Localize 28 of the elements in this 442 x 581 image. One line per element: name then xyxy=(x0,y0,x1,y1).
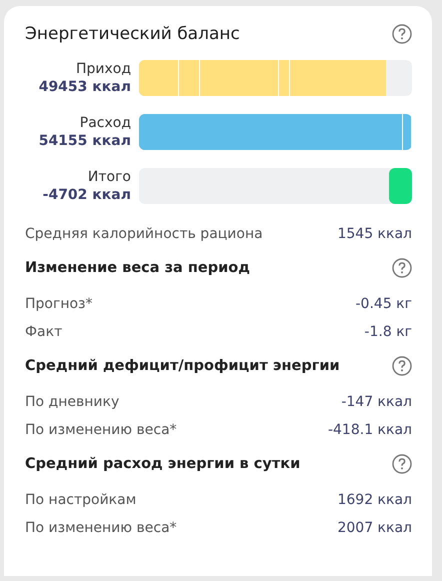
stat-label: По настройкам xyxy=(25,491,136,510)
help-icon[interactable] xyxy=(392,24,412,44)
stat-value: 1692 ккал xyxy=(337,491,412,510)
help-icon[interactable] xyxy=(392,258,412,278)
stat-value: -1.8 кг xyxy=(364,323,412,342)
stat-label: Факт xyxy=(25,323,62,342)
card-title: Энергетический баланс xyxy=(25,24,240,44)
section-title: Изменение веса за период xyxy=(25,260,250,276)
stat-value: -418.1 ккал xyxy=(328,421,412,440)
stat-label: По дневнику xyxy=(25,393,120,412)
stat-value: 1545 ккал xyxy=(337,225,412,244)
stat-label: Средняя калорийность рациона xyxy=(25,225,263,244)
bar-label: Расход xyxy=(80,114,131,132)
stat-label: Прогноз* xyxy=(25,295,92,314)
section-title: Средний расход энергии в сутки xyxy=(25,456,300,472)
stat-label: По изменению веса* xyxy=(25,519,177,538)
bar-value: -4702 ккал xyxy=(42,186,131,204)
stat-label: По изменению веса* xyxy=(25,421,177,440)
help-icon[interactable] xyxy=(392,454,412,474)
help-icon[interactable] xyxy=(392,356,412,376)
stat-value: -0.45 кг xyxy=(356,295,412,314)
bar-label: Приход xyxy=(76,60,131,78)
bar-label: Итого xyxy=(88,168,131,186)
stat-value: 2007 ккал xyxy=(337,519,412,538)
bar-value: 54155 ккал xyxy=(38,132,131,150)
bar-value: 49453 ккал xyxy=(38,78,131,96)
section-title: Средний дефицит/профицит энергии xyxy=(25,358,340,374)
stat-value: -147 ккал xyxy=(341,393,412,412)
